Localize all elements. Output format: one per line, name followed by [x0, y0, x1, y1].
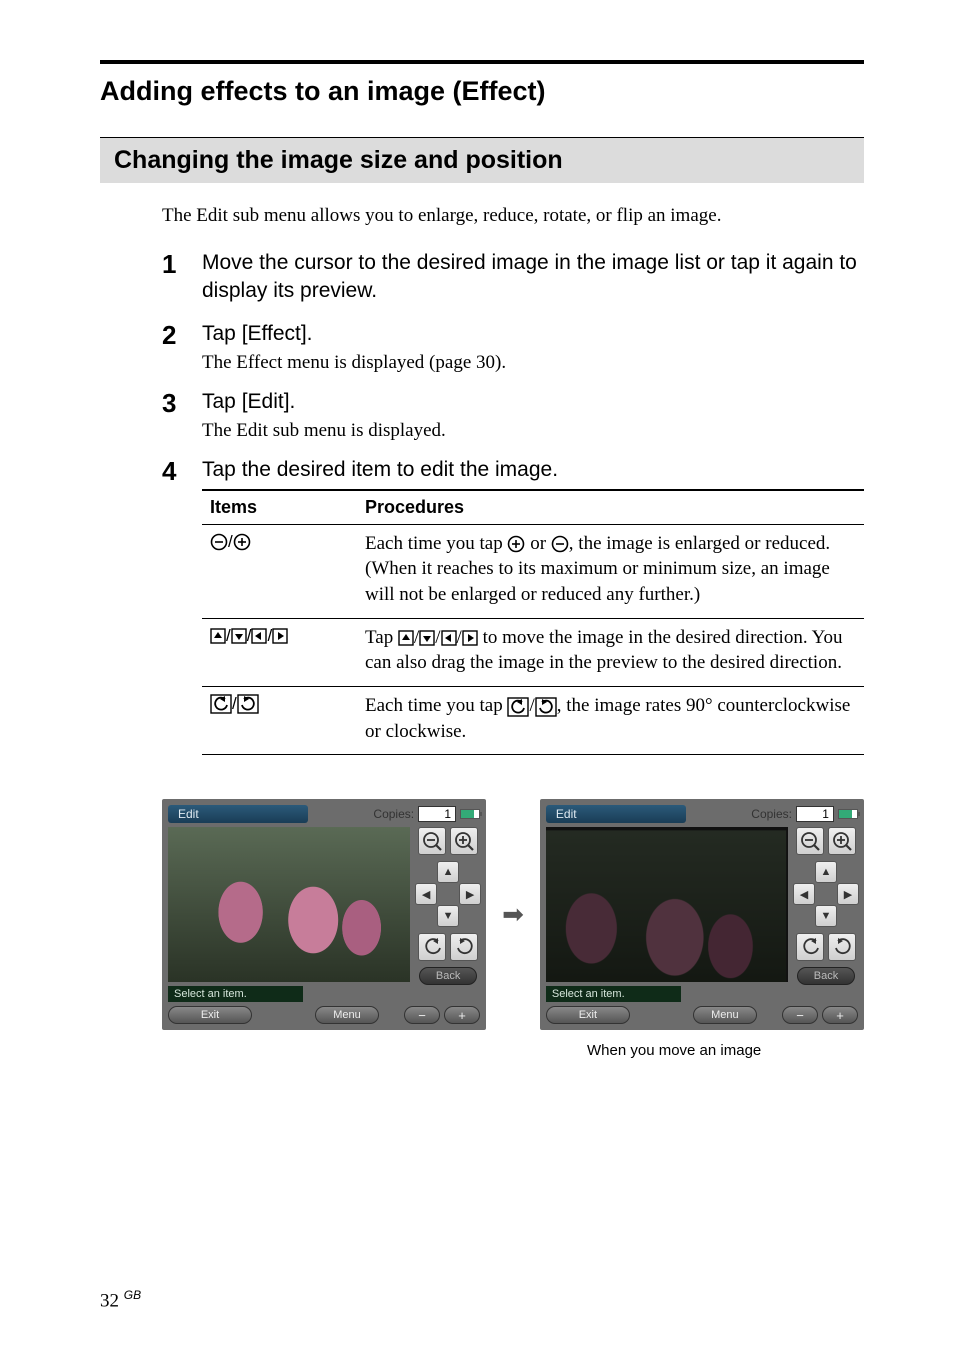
rotate-cw-button[interactable]: [828, 933, 856, 961]
rotate-cw-button[interactable]: [450, 933, 478, 961]
edit-screen-after: Edit Copies: 1 ▲ ◀ ▶ ▼: [540, 799, 864, 1030]
arrow-down-icon: [231, 628, 247, 644]
arrow-left-icon: [441, 630, 457, 646]
proc-rotate: Each time you tap /, the image rates 90°…: [357, 686, 864, 754]
table-row: / Each time you tap /, the image rates 9…: [202, 686, 864, 754]
screen-tab[interactable]: Edit: [168, 805, 308, 823]
arrow-left-icon: [251, 628, 267, 644]
copies-value[interactable]: 1: [418, 806, 456, 822]
rotate-ccw-button[interactable]: [796, 933, 824, 961]
section-title: Adding effects to an image (Effect): [100, 76, 864, 107]
rotate-ccw-button[interactable]: [418, 933, 446, 961]
step-main-text: Tap the desired item to edit the image.: [202, 456, 864, 484]
back-button[interactable]: Back: [797, 967, 855, 985]
plus-circle-icon: [507, 535, 525, 553]
decrement-button[interactable]: −: [404, 1006, 440, 1024]
plus-circle-icon: [233, 533, 251, 551]
zoom-out-button[interactable]: [418, 827, 446, 855]
step-desc-text: The Edit sub menu is displayed.: [202, 420, 864, 442]
back-button[interactable]: Back: [419, 967, 477, 985]
dpad: ▲ ◀ ▶ ▼: [415, 861, 481, 927]
menu-button[interactable]: Menu: [693, 1006, 757, 1024]
items-zoom: /: [202, 524, 357, 618]
proc-move: Tap /// to move the image in the desired…: [357, 618, 864, 686]
intro-text: The Edit sub menu allows you to enlarge,…: [162, 205, 864, 227]
battery-icon: [838, 809, 858, 819]
preview-image[interactable]: [546, 827, 788, 982]
arrow-down-icon: [419, 630, 435, 646]
zoom-in-button[interactable]: [450, 827, 478, 855]
increment-button[interactable]: +: [444, 1006, 480, 1024]
rotate-ccw-icon: [210, 694, 232, 714]
step-desc-text: The Effect menu is displayed (page 30).: [202, 352, 864, 374]
step-1: 1 Move the cursor to the desired image i…: [162, 249, 864, 306]
side-controls: ▲ ◀ ▶ ▼ Back: [794, 827, 858, 982]
minus-circle-icon: [210, 533, 228, 551]
copies-label: Copies:: [373, 807, 414, 821]
rotate-cw-icon: [237, 694, 259, 714]
items-move: ///: [202, 618, 357, 686]
table-row: /// Tap /// to move the image in the des…: [202, 618, 864, 686]
step-2: 2 Tap [Effect]. The Effect menu is displ…: [162, 320, 864, 374]
zoom-in-button[interactable]: [828, 827, 856, 855]
page-number: 32 GB: [100, 1288, 141, 1312]
preview-image[interactable]: [168, 827, 410, 982]
increment-button[interactable]: +: [822, 1006, 858, 1024]
items-rotate: /: [202, 686, 357, 754]
step-number: 4: [162, 456, 202, 484]
subsection-heading: Changing the image size and position: [100, 137, 864, 183]
decrement-button[interactable]: −: [782, 1006, 818, 1024]
copies-area: Copies: 1: [751, 806, 858, 822]
rotate-cw-icon: [535, 697, 557, 717]
side-controls: ▲ ◀ ▶ ▼ Back: [416, 827, 480, 982]
step-3: 3 Tap [Edit]. The Edit sub menu is displ…: [162, 388, 864, 442]
menu-button[interactable]: Menu: [315, 1006, 379, 1024]
dpad-right-button[interactable]: ▶: [459, 883, 481, 905]
step-4: 4 Tap the desired item to edit the image…: [162, 456, 864, 785]
minus-circle-icon: [551, 535, 569, 553]
screenshot-caption: When you move an image: [587, 1042, 864, 1059]
arrow-up-icon: [398, 630, 414, 646]
step-main-text: Tap [Effect].: [202, 320, 864, 348]
step-main-text: Move the cursor to the desired image in …: [202, 249, 864, 306]
status-text: Select an item.: [168, 986, 303, 1002]
step-number: 1: [162, 249, 202, 277]
step-main-text: Tap [Edit].: [202, 388, 864, 416]
battery-icon: [460, 809, 480, 819]
dpad-down-button[interactable]: ▼: [815, 905, 837, 927]
transition-arrow-icon: ➡: [502, 900, 524, 930]
dpad-down-button[interactable]: ▼: [437, 905, 459, 927]
table-header-procedures: Procedures: [357, 490, 864, 525]
dpad-left-button[interactable]: ◀: [793, 883, 815, 905]
arrow-right-icon: [272, 628, 288, 644]
rotate-ccw-icon: [507, 697, 529, 717]
copies-value[interactable]: 1: [796, 806, 834, 822]
dpad: ▲ ◀ ▶ ▼: [793, 861, 859, 927]
procedures-table: Items Procedures / Each time you tap or …: [202, 489, 864, 755]
copies-area: Copies: 1: [373, 806, 480, 822]
table-row: / Each time you tap or , the image is en…: [202, 524, 864, 618]
screen-tab[interactable]: Edit: [546, 805, 686, 823]
copies-label: Copies:: [751, 807, 792, 821]
arrow-right-icon: [462, 630, 478, 646]
screenshots-row: Edit Copies: 1 ▲ ◀ ▶ ▼: [162, 799, 864, 1030]
step-number: 3: [162, 388, 202, 416]
dpad-up-button[interactable]: ▲: [437, 861, 459, 883]
zoom-out-button[interactable]: [796, 827, 824, 855]
dpad-left-button[interactable]: ◀: [415, 883, 437, 905]
table-header-items: Items: [202, 490, 357, 525]
dpad-right-button[interactable]: ▶: [837, 883, 859, 905]
arrow-up-icon: [210, 628, 226, 644]
dpad-up-button[interactable]: ▲: [815, 861, 837, 883]
proc-zoom: Each time you tap or , the image is enla…: [357, 524, 864, 618]
exit-button[interactable]: Exit: [168, 1006, 252, 1024]
exit-button[interactable]: Exit: [546, 1006, 630, 1024]
edit-screen-before: Edit Copies: 1 ▲ ◀ ▶ ▼: [162, 799, 486, 1030]
status-text: Select an item.: [546, 986, 681, 1002]
step-number: 2: [162, 320, 202, 348]
